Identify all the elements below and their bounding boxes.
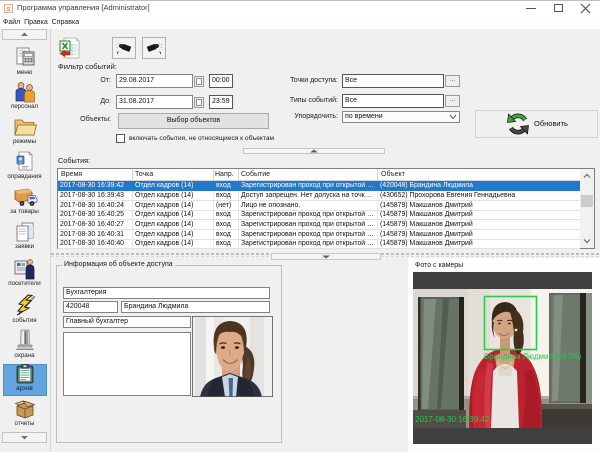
svg-text:s: s bbox=[7, 6, 11, 13]
svg-text:Брандина Людмила (97%): Брандина Людмила (97%) bbox=[484, 352, 582, 361]
svg-text:2017-08-30 16:39:42: 2017-08-30 16:39:42 bbox=[415, 415, 490, 424]
